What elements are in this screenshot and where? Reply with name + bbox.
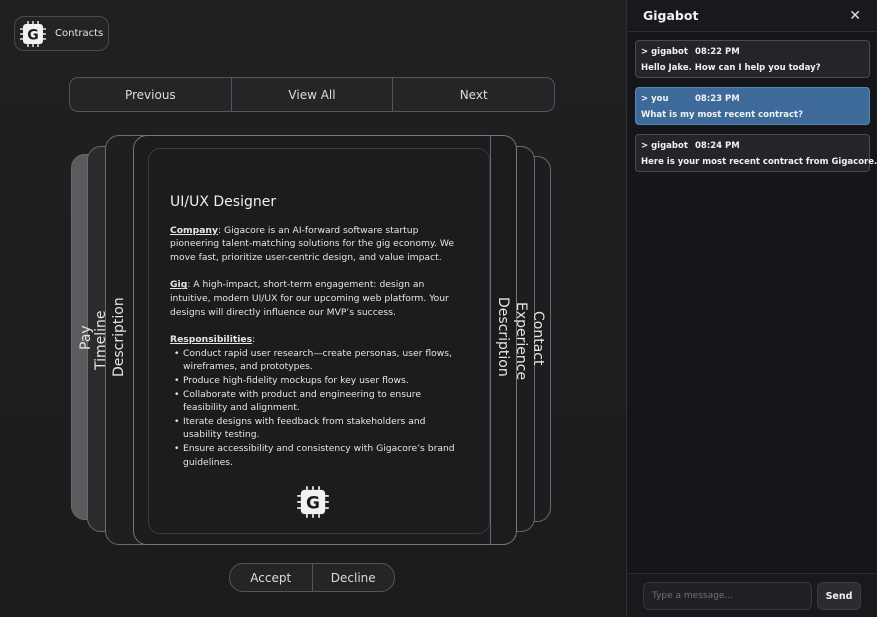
chat-footer: Send xyxy=(627,573,877,617)
tab-experience[interactable]: Experience xyxy=(513,302,529,380)
list-item: Ensure accessibility and consistency wit… xyxy=(174,442,460,469)
chat-title: Gigabot xyxy=(643,8,699,23)
list-item: Iterate designs with feedback from stake… xyxy=(174,415,460,442)
svg-text:G: G xyxy=(306,494,320,514)
message-text: What is my most recent contract? xyxy=(641,110,804,120)
message-time: 08:22 PM xyxy=(695,47,740,57)
contracts-stage: G Contracts Previous View All Next Pay T… xyxy=(0,0,626,617)
chip-logo-icon: G xyxy=(20,20,46,47)
close-icon[interactable]: ✕ xyxy=(849,8,861,24)
view-all-button[interactable]: View All xyxy=(232,78,394,111)
chat-message: > gigabot 08:24 PM Here is your most rece… xyxy=(635,134,877,172)
tab-description-left[interactable]: Description xyxy=(111,297,127,377)
tab-pay[interactable]: Pay xyxy=(78,325,94,350)
previous-button[interactable]: Previous xyxy=(70,78,232,111)
gig-text: : A high-impact, short-term engagement: … xyxy=(170,279,449,318)
message-sender: > you xyxy=(641,94,669,104)
message-sender: > gigabot xyxy=(641,47,688,57)
gig-paragraph: Gig: A high-impact, short-term engagemen… xyxy=(170,278,460,319)
gig-label: Gig xyxy=(170,279,188,291)
send-button[interactable]: Send xyxy=(817,582,861,610)
decision-buttons: Accept Decline xyxy=(229,563,395,592)
list-item: Collaborate with product and engineering… xyxy=(174,388,460,415)
brand-label: Contracts xyxy=(55,28,104,39)
message-input[interactable] xyxy=(643,582,812,610)
job-title: UI/UX Designer xyxy=(170,194,277,210)
tab-timeline[interactable]: Timeline xyxy=(93,310,109,370)
chat-panel: Gigabot ✕ > gigabot 08:22 PM Hello Jake. … xyxy=(626,0,877,617)
company-label: Company xyxy=(170,224,218,236)
tab-description-right[interactable]: Description xyxy=(495,297,511,377)
accept-button[interactable]: Accept xyxy=(230,564,313,591)
chat-message: > gigabot 08:22 PM Hello Jake. How can I … xyxy=(635,40,870,78)
message-text: Hello Jake. How can I help you today? xyxy=(641,63,821,73)
contract-content: UI/UX Designer Company: Gigacore is an A… xyxy=(170,194,460,469)
next-button[interactable]: Next xyxy=(393,78,554,111)
message-time: 08:23 PM xyxy=(695,94,740,104)
svg-text:G: G xyxy=(27,27,39,43)
message-text: Here is your most recent contract from G… xyxy=(641,157,877,167)
decline-button[interactable]: Decline xyxy=(313,564,395,591)
chip-logo-icon: G xyxy=(297,486,329,518)
chat-message: > you 08:23 PM What is my most recent con… xyxy=(635,87,870,125)
company-paragraph: Company: Gigacore is an AI-forward softw… xyxy=(170,224,460,265)
responsibilities-list: Conduct rapid user research—create perso… xyxy=(170,347,460,469)
chat-header: Gigabot ✕ xyxy=(627,0,877,32)
contracts-brand-button[interactable]: G Contracts xyxy=(14,16,109,51)
list-item: Conduct rapid user research—create perso… xyxy=(174,347,460,374)
message-time: 08:24 PM xyxy=(695,141,740,151)
tab-contact[interactable]: Contact xyxy=(530,311,546,365)
list-item: Produce high-fidelity mockups for key us… xyxy=(174,374,460,388)
message-sender: > gigabot xyxy=(641,141,688,151)
contract-navigation: Previous View All Next xyxy=(69,77,555,112)
responsibilities-heading: Responsibilities: xyxy=(170,334,256,346)
